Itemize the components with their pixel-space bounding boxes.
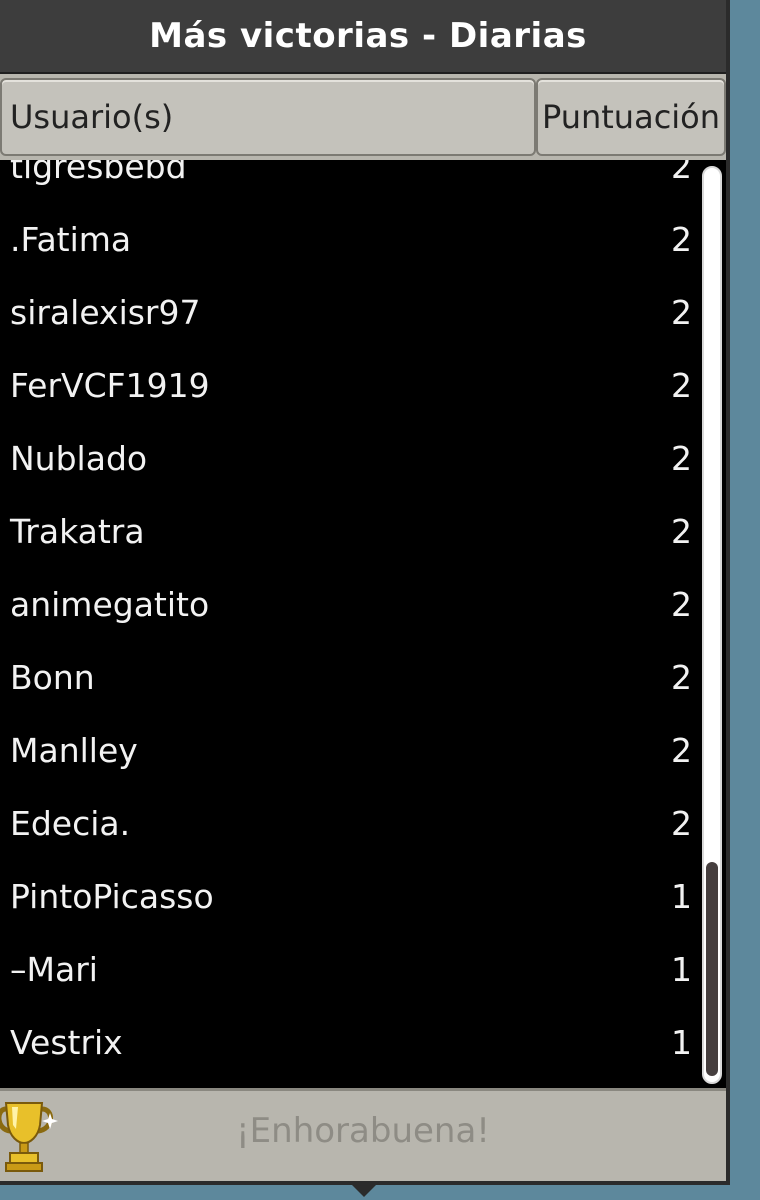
table-row[interactable]: Nublado 2 (0, 422, 700, 495)
title-bar[interactable]: Más victorias - Diarias (0, 0, 726, 74)
leaderboard-window: Más victorias - Diarias Usuario(s) Puntu… (0, 0, 730, 1185)
table-row[interactable]: siralexisr97 2 (0, 276, 700, 349)
user-name: Vestrix (10, 1023, 123, 1062)
scrollbar-thumb[interactable] (706, 862, 718, 1076)
table-row[interactable]: animegatito 2 (0, 568, 700, 641)
table-header: Usuario(s) Puntuación (0, 78, 726, 158)
table-row[interactable]: Vestrix 1 (0, 1006, 700, 1079)
table-row[interactable]: tigresbebd 2 (0, 160, 700, 203)
footer: ¡Enhorabuena! (0, 1091, 726, 1181)
column-header-score[interactable]: Puntuación (536, 78, 726, 156)
user-score: 2 (671, 585, 692, 624)
scrollbar-track[interactable] (702, 166, 722, 1084)
user-name: Trakatra (10, 512, 145, 551)
user-score: 2 (671, 804, 692, 843)
table-row[interactable]: Manlley 2 (0, 714, 700, 787)
user-name: animegatito (10, 585, 210, 624)
table-row[interactable]: .Fatima 2 (0, 203, 700, 276)
user-score: 2 (671, 366, 692, 405)
congratulations-message: ¡Enhorabuena! (236, 1111, 490, 1151)
user-name: Manlley (10, 731, 138, 770)
column-header-score-label: Puntuación (541, 98, 721, 136)
table-row[interactable]: PintoPicasso 1 (0, 860, 700, 933)
user-score: 2 (671, 220, 692, 259)
user-score: 2 (671, 160, 692, 186)
user-name: Nublado (10, 439, 148, 478)
user-name: FerVCF1919 (10, 366, 210, 405)
user-score: 1 (671, 1023, 692, 1062)
user-name: .Fatima (10, 220, 132, 259)
user-score: 2 (671, 512, 692, 551)
user-name: PintoPicasso (10, 877, 214, 916)
table-row[interactable]: Bonn 2 (0, 641, 700, 714)
leaderboard-rows: tigresbebd 2 .Fatima 2 siralexisr97 2 Fe… (0, 160, 700, 1079)
user-score: 2 (671, 658, 692, 697)
user-name: tigresbebd (10, 160, 187, 186)
leaderboard-list[interactable]: tigresbebd 2 .Fatima 2 siralexisr97 2 Fe… (0, 160, 726, 1091)
user-score: 1 (671, 950, 692, 989)
window-title: Más victorias - Diarias (149, 16, 587, 56)
user-score: 2 (671, 293, 692, 332)
table-row[interactable]: Edecia. 2 (0, 787, 700, 860)
column-header-users-label: Usuario(s) (10, 98, 174, 136)
user-score: 2 (671, 731, 692, 770)
table-row[interactable]: Trakatra 2 (0, 495, 700, 568)
tooltip-pointer (348, 1181, 380, 1197)
user-score: 1 (671, 877, 692, 916)
user-name: Bonn (10, 658, 95, 697)
user-name: Edecia. (10, 804, 131, 843)
table-row[interactable]: –Mari 1 (0, 933, 700, 1006)
table-row[interactable]: FerVCF1919 2 (0, 349, 700, 422)
column-header-users[interactable]: Usuario(s) (0, 78, 536, 156)
user-name: –Mari (10, 950, 98, 989)
user-name: siralexisr97 (10, 293, 201, 332)
user-score: 2 (671, 439, 692, 478)
